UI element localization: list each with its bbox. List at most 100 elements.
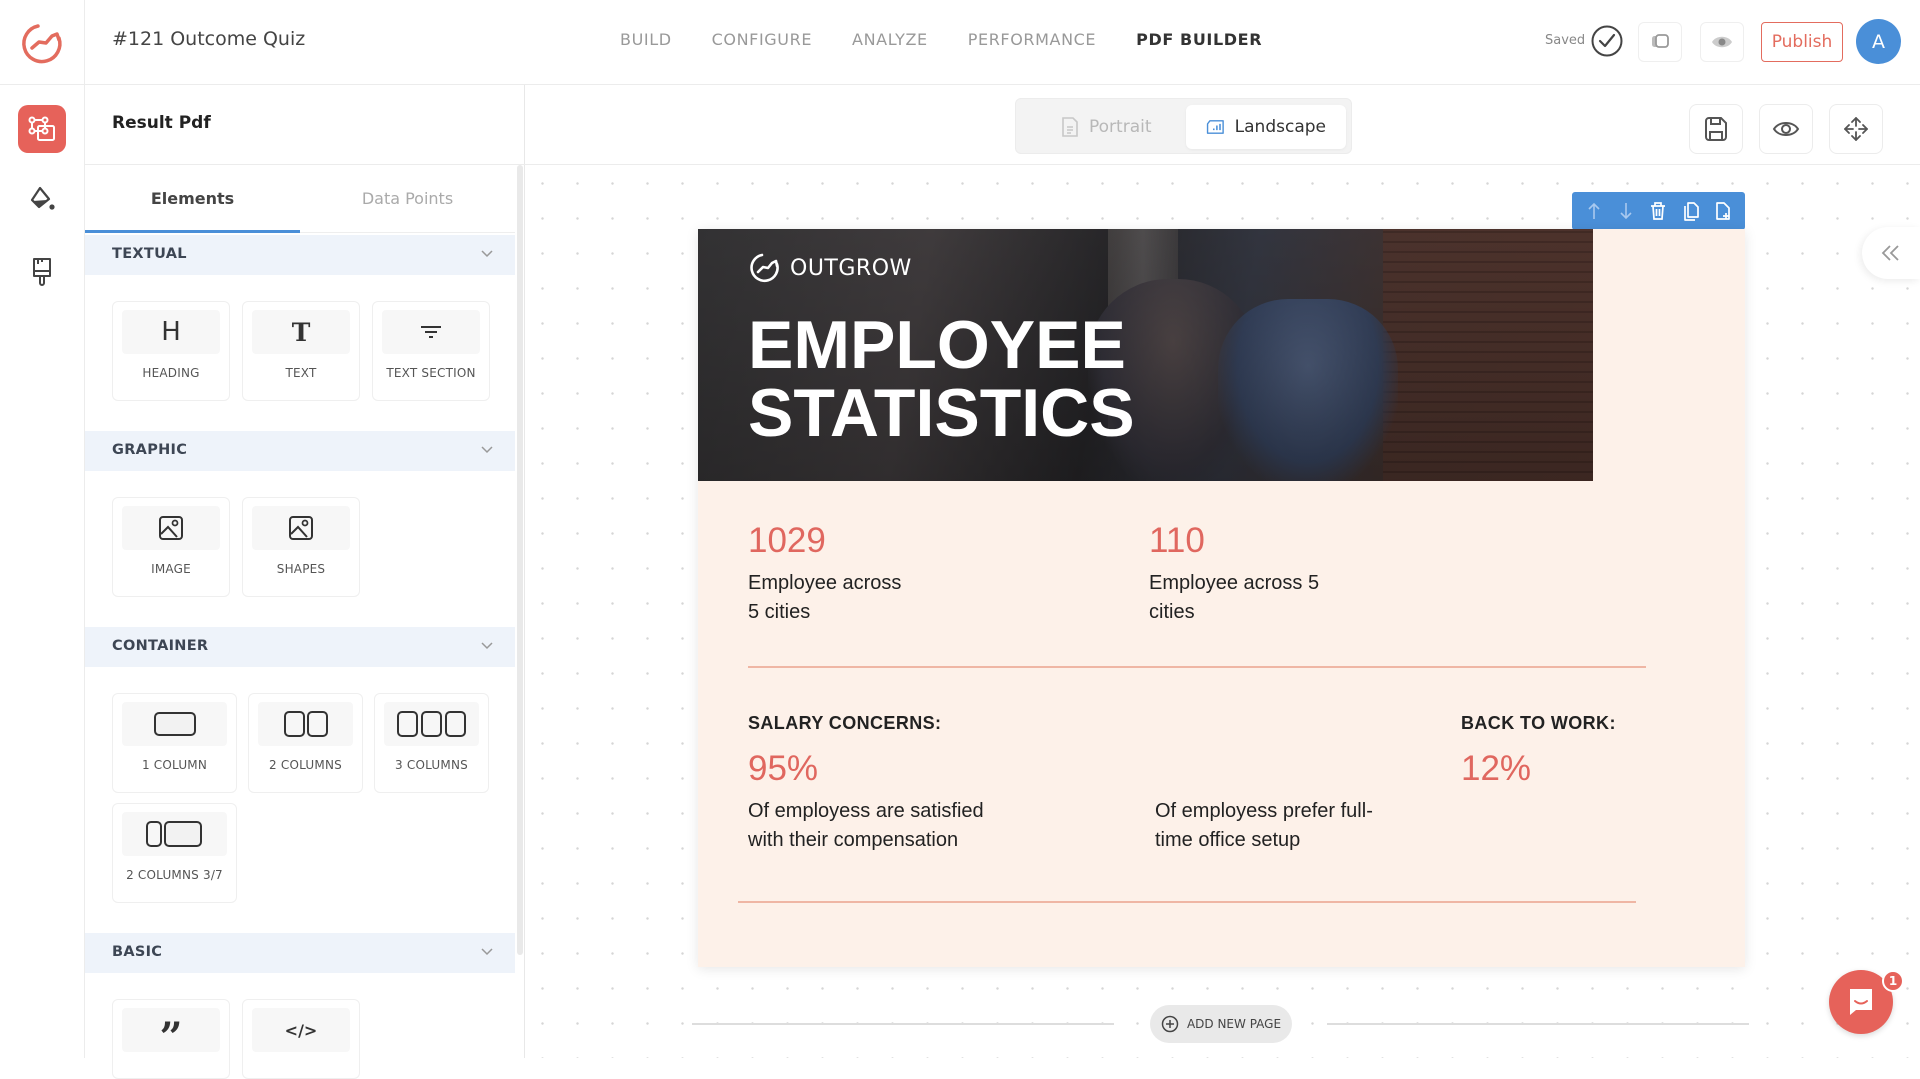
element-1-column[interactable]: 1 COLUMN <box>112 693 237 793</box>
chat-icon <box>1846 986 1876 1018</box>
move-down-button[interactable] <box>1615 200 1637 222</box>
element-2-columns[interactable]: 2 COLUMNS <box>248 693 363 793</box>
tile-label: 1 COLUMN <box>113 758 236 772</box>
quote-icon: ” <box>122 1008 220 1052</box>
salary-description[interactable]: Of employess are satisfied with their co… <box>748 797 984 855</box>
element-text-section[interactable]: TEXT SECTION <box>372 301 490 401</box>
stat-description[interactable]: Employee across 5 cities <box>1149 569 1319 627</box>
rail-pdf-builder[interactable] <box>18 105 66 153</box>
stat-description[interactable]: Employee across 5 cities <box>748 569 901 627</box>
page-separator-line <box>1327 1023 1749 1025</box>
outgrow-brand: OUTGROW <box>748 251 912 285</box>
office-description[interactable]: Of employess prefer full- time office se… <box>1155 797 1373 855</box>
hero-banner-image[interactable]: OUTGROW EMPLOYEE STATISTICS <box>698 229 1593 481</box>
nav-analyze[interactable]: ANALYZE <box>852 30 928 49</box>
save-button[interactable] <box>1689 104 1743 154</box>
pdf-builder-icon <box>27 115 57 143</box>
landscape-label: Landscape <box>1235 117 1326 137</box>
brush-icon <box>28 256 56 288</box>
panel-scrollbar[interactable] <box>517 165 523 955</box>
nav-performance[interactable]: PERFORMANCE <box>968 30 1096 49</box>
main-nav: BUILD CONFIGURE ANALYZE PERFORMANCE PDF … <box>620 30 1262 49</box>
divider <box>748 666 1646 668</box>
tile-label: IMAGE <box>113 562 229 576</box>
section-graphic[interactable]: GRAPHIC <box>85 431 515 471</box>
quiz-title[interactable]: #121 Outcome Quiz <box>112 28 305 50</box>
save-icon <box>1703 115 1729 143</box>
arrow-up-icon <box>1586 201 1602 221</box>
chevron-down-icon <box>479 943 495 959</box>
rail-brush[interactable] <box>18 248 66 296</box>
section-container[interactable]: CONTAINER <box>85 627 515 667</box>
salary-heading[interactable]: SALARY CONCERNS: <box>748 713 941 734</box>
chevron-down-icon <box>479 441 495 457</box>
saved-check-icon <box>1590 24 1624 58</box>
divider <box>738 901 1636 903</box>
text-section-icon <box>382 310 480 354</box>
workspace-header: Portrait Landscape <box>525 85 1920 165</box>
chevrons-left-icon <box>1880 244 1902 262</box>
salary-value[interactable]: 95% <box>748 749 818 789</box>
image-icon <box>122 506 220 550</box>
back-to-work-heading[interactable]: BACK TO WORK: <box>1461 713 1616 734</box>
eye-icon <box>1772 119 1800 139</box>
block-toolbar <box>1572 192 1745 230</box>
panel-header: Result Pdf <box>85 85 525 165</box>
two-columns-icon <box>258 702 353 746</box>
outgrow-logo[interactable] <box>0 0 85 85</box>
back-to-work-value[interactable]: 12% <box>1461 749 1531 789</box>
outgrow-logo-icon <box>19 20 65 66</box>
element-3-columns[interactable]: 3 COLUMNS <box>374 693 489 793</box>
elements-panel: Result Pdf Elements Data Points TEXTUAL … <box>85 85 525 1058</box>
move-button[interactable] <box>1829 104 1883 154</box>
pdf-page[interactable]: OUTGROW EMPLOYEE STATISTICS 1029 Employe… <box>698 229 1745 967</box>
saved-status: Saved <box>1545 33 1585 48</box>
landscape-option[interactable]: Landscape <box>1186 105 1346 149</box>
shapes-icon <box>252 506 350 550</box>
tab-elements[interactable]: Elements <box>85 165 300 232</box>
eye-icon <box>1711 34 1733 50</box>
trash-icon <box>1649 201 1667 221</box>
move-up-button[interactable] <box>1583 200 1605 222</box>
portrait-label: Portrait <box>1089 117 1152 137</box>
element-shapes[interactable]: SHAPES <box>242 497 360 597</box>
panel-title: Result Pdf <box>112 113 211 133</box>
element-image[interactable]: IMAGE <box>112 497 230 597</box>
orientation-toggle: Portrait Landscape <box>1015 98 1352 154</box>
rail-theme[interactable] <box>18 176 66 224</box>
stat-value[interactable]: 1029 <box>748 521 826 561</box>
delete-button[interactable] <box>1647 200 1669 222</box>
section-textual[interactable]: TEXTUAL <box>85 235 515 275</box>
add-new-page-button[interactable]: ADD NEW PAGE <box>1150 1005 1292 1043</box>
file-plus-icon <box>1714 201 1732 221</box>
publish-button[interactable]: Publish <box>1761 22 1843 62</box>
element-heading[interactable]: H HEADING <box>112 301 230 401</box>
element-2-columns-3-7[interactable]: 2 COLUMNS 3/7 <box>112 803 237 903</box>
stat-value[interactable]: 110 <box>1149 521 1205 561</box>
element-quote[interactable]: ” <box>112 999 230 1079</box>
user-avatar[interactable]: A <box>1856 19 1901 64</box>
preview-top-button[interactable] <box>1700 22 1744 62</box>
arrow-down-icon <box>1618 201 1634 221</box>
nav-configure[interactable]: CONFIGURE <box>712 30 812 49</box>
duplicate-button[interactable] <box>1638 22 1682 62</box>
tile-label: TEXT SECTION <box>373 366 489 380</box>
tab-data-points[interactable]: Data Points <box>300 165 515 232</box>
element-code[interactable]: </> <box>242 999 360 1079</box>
collapse-panel-button[interactable] <box>1862 227 1920 279</box>
preview-button[interactable] <box>1759 104 1813 154</box>
one-column-icon <box>122 702 227 746</box>
pdf-title[interactable]: EMPLOYEE STATISTICS <box>748 311 1135 447</box>
nav-build[interactable]: BUILD <box>620 30 672 49</box>
duplicate-icon <box>1650 32 1670 52</box>
nav-pdf-builder[interactable]: PDF BUILDER <box>1136 30 1262 49</box>
landscape-icon <box>1206 117 1225 137</box>
element-text[interactable]: T TEXT <box>242 301 360 401</box>
portrait-option[interactable]: Portrait <box>1041 105 1172 149</box>
section-basic[interactable]: BASIC <box>85 933 515 973</box>
add-block-button[interactable] <box>1712 200 1734 222</box>
copy-button[interactable] <box>1680 200 1702 222</box>
tile-label: 2 COLUMNS <box>249 758 362 772</box>
add-new-page-label: ADD NEW PAGE <box>1187 1017 1281 1031</box>
paint-bucket-icon <box>27 185 57 215</box>
